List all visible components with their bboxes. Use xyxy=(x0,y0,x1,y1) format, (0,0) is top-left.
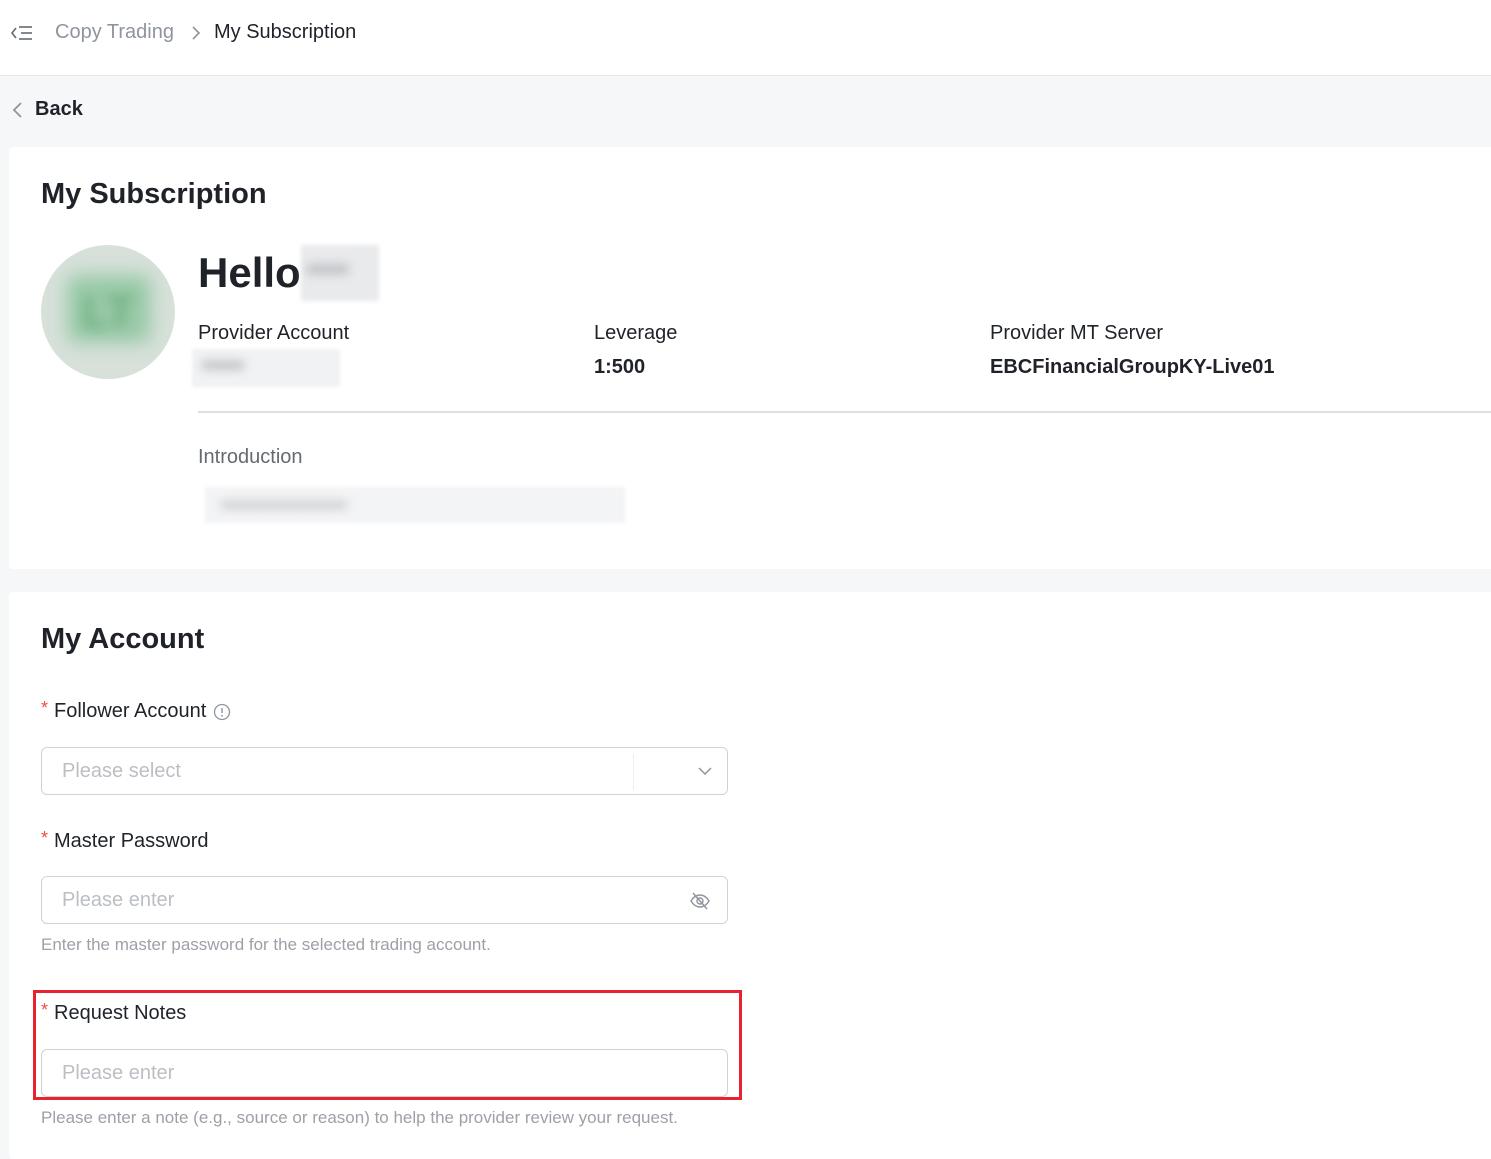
greeting-text: Hello xyxy=(198,249,301,296)
mt-server-label: Provider MT Server xyxy=(990,322,1164,344)
chevron-down-icon xyxy=(698,767,712,776)
follower-account-placeholder: Please select xyxy=(62,759,181,782)
master-password-help: Enter the master password for the select… xyxy=(41,935,491,954)
provider-greeting: Hello •••• xyxy=(198,245,379,301)
top-bar: Copy Trading My Subscription xyxy=(0,0,1491,76)
master-password-label: * Master Password xyxy=(41,828,209,853)
leverage-label: Leverage xyxy=(594,322,678,344)
avatar: LT xyxy=(41,245,175,379)
menu-collapse-icon[interactable] xyxy=(10,22,34,44)
request-notes-label: * Request Notes xyxy=(41,1000,187,1025)
master-password-label-text: Master Password xyxy=(54,830,209,852)
eye-off-icon[interactable] xyxy=(689,891,711,911)
provider-name-blurred: •••• xyxy=(300,245,379,301)
account-card: My Account * Follower Account Please sel… xyxy=(9,592,1491,1159)
subscription-title: My Subscription xyxy=(41,178,267,210)
required-asterisk: * xyxy=(41,1000,49,1020)
info-circle-icon[interactable] xyxy=(213,703,231,721)
leverage-value: 1:500 xyxy=(594,356,646,378)
provider-account-value: •••••• xyxy=(202,355,245,377)
introduction-value: •••••••••••••••••••• xyxy=(221,495,348,515)
required-asterisk: * xyxy=(41,828,49,848)
request-notes-label-text: Request Notes xyxy=(54,1002,187,1024)
follower-account-select[interactable]: Please select xyxy=(41,747,728,795)
select-divider xyxy=(633,754,634,790)
back-label: Back xyxy=(35,98,83,120)
breadcrumb-current: My Subscription xyxy=(214,21,357,43)
introduction-label: Introduction xyxy=(198,446,303,468)
chevron-left-icon xyxy=(12,101,22,118)
follower-account-label-text: Follower Account xyxy=(54,700,207,722)
provider-account-value-blurred: •••••• xyxy=(192,349,340,387)
required-asterisk: * xyxy=(41,698,49,718)
avatar-initials: LT xyxy=(81,286,135,338)
request-notes-help: Please enter a note (e.g., source or rea… xyxy=(41,1108,678,1127)
breadcrumb-copy-trading[interactable]: Copy Trading xyxy=(55,21,174,44)
account-title: My Account xyxy=(41,623,205,655)
provider-name: •••• xyxy=(306,253,349,286)
divider xyxy=(198,411,1491,413)
master-password-input[interactable] xyxy=(41,876,728,924)
subscription-card: My Subscription LT Hello •••• Provider A… xyxy=(9,147,1491,569)
mt-server-value: EBCFinancialGroupKY-Live01 xyxy=(990,356,1275,378)
back-button[interactable]: Back xyxy=(10,98,83,121)
request-notes-input[interactable] xyxy=(41,1049,728,1097)
chevron-right-icon xyxy=(189,25,203,41)
introduction-value-blurred: •••••••••••••••••••• xyxy=(205,487,625,523)
provider-account-label: Provider Account xyxy=(198,322,350,344)
follower-account-label: * Follower Account xyxy=(41,698,231,723)
